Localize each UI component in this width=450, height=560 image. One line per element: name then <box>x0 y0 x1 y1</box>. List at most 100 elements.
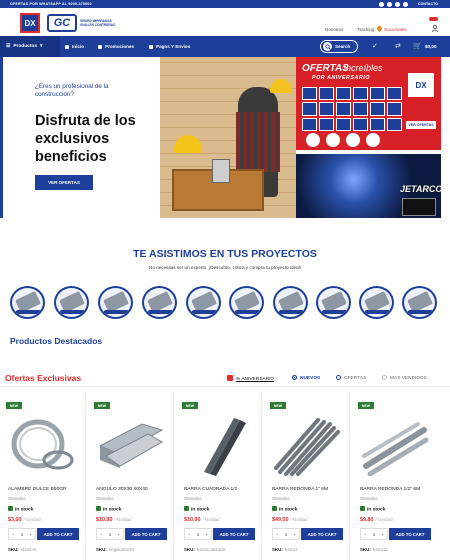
plus-icon[interactable]: + <box>29 532 32 537</box>
facebook-icon[interactable] <box>379 1 384 7</box>
stock-status: In stock <box>8 506 33 513</box>
tab-nuevos[interactable]: NUEVOS <box>292 375 320 381</box>
category-circle[interactable] <box>273 286 308 319</box>
instagram-icon[interactable] <box>395 1 400 7</box>
minus-icon[interactable]: − <box>12 532 15 537</box>
product-card[interactable]: NEW ALAMBRE DULCE B50GR Generico In stoc… <box>0 392 86 560</box>
stock-label: In stock <box>279 507 298 513</box>
product-name[interactable]: ALAMBRE DULCE B50GR <box>8 487 86 492</box>
tracking-link[interactable]: Tracking <box>357 27 374 32</box>
plus-icon[interactable]: + <box>205 532 208 537</box>
new-badge: NEW <box>358 402 374 409</box>
tab-aniversario[interactable]: % ANIVERSARIO <box>227 375 274 382</box>
whatsapp-promo[interactable]: OFERTAS POR WHATSAPP AL 9000-370000 <box>10 2 92 6</box>
nosotros-link[interactable]: Nosotros <box>325 27 343 32</box>
plus-icon[interactable]: + <box>293 532 296 537</box>
category-circle[interactable] <box>316 286 351 319</box>
promo-tile <box>336 87 351 101</box>
category-circle[interactable] <box>142 286 177 319</box>
tab-mas-vendidos[interactable]: MAS VENDIDOS <box>382 375 427 381</box>
products-menu-label: Productos <box>13 44 38 49</box>
promo-tile <box>336 102 351 116</box>
category-label <box>408 310 433 314</box>
product-sku: SKU: barra12 <box>360 547 388 552</box>
nav-inicio[interactable]: Inicio <box>65 44 84 49</box>
category-label <box>192 310 217 314</box>
aniversario-text: POR ANIVERSARIO <box>312 75 370 81</box>
tab-ofertas-label: OFERTAS <box>344 376 367 381</box>
minus-icon[interactable]: − <box>188 532 191 537</box>
product-name[interactable]: BARRA REDONDA 1/2" 6M <box>360 487 438 492</box>
product-name[interactable]: BARRA CUADRADA 1/2 <box>184 487 262 492</box>
products-menu-button[interactable]: ☰ Productos ▾ <box>0 36 60 57</box>
category-circle[interactable] <box>54 286 89 319</box>
promo-tile <box>353 87 368 101</box>
user-icon[interactable] <box>432 25 438 32</box>
category-label <box>148 310 173 314</box>
product-card[interactable]: NEW BARRA REDONDA 1" 6M Generico In stoc… <box>264 392 350 560</box>
quantity-stepper[interactable]: −1 + <box>360 528 388 540</box>
store-logo[interactable]: DX <box>20 13 40 33</box>
contact-link[interactable]: CONTACTO <box>418 2 438 6</box>
plus-icon[interactable]: + <box>117 532 120 537</box>
product-card[interactable]: NEW BARRA CUADRADA 1/2 Generico In stock… <box>176 392 262 560</box>
quantity-stepper[interactable]: −1 + <box>96 528 124 540</box>
category-circle[interactable] <box>98 286 133 319</box>
youtube-icon[interactable] <box>403 1 408 7</box>
nav-pagos-label: Pagos Y Envios <box>156 44 191 49</box>
price-unit: / Unidad <box>375 517 393 522</box>
add-to-cart-button[interactable]: ADD TO CART <box>37 528 79 540</box>
tab-ofertas[interactable]: OFERTAS <box>336 375 366 381</box>
product-name[interactable]: BARRA REDONDA 1" 6M <box>272 487 350 492</box>
category-circle[interactable] <box>229 286 264 319</box>
search-button[interactable]: Search <box>320 40 358 53</box>
compare-icon[interactable]: ⇄ <box>395 42 401 50</box>
product-card[interactable]: NEW BARRA REDONDA 1/2" 6M Generico In st… <box>352 392 438 560</box>
ver-ofertas-button[interactable]: VER OFERTAS <box>35 175 93 190</box>
category-circle[interactable] <box>359 286 394 319</box>
promo-ver-ofertas-button[interactable]: VER OFERTAS <box>406 121 436 129</box>
sku-value: barracuadrada <box>196 547 226 552</box>
add-to-cart-button[interactable]: ADD TO CART <box>301 528 343 540</box>
home-icon <box>65 44 69 49</box>
category-circle[interactable] <box>186 286 221 319</box>
product-sku: SKU: angulo30x30 <box>96 547 134 552</box>
plus-icon[interactable]: + <box>381 532 384 537</box>
welding-promo-banner[interactable]: JETARCO <box>296 154 441 218</box>
promo-badge <box>306 133 320 147</box>
aniversario-promo-banner[interactable]: OFERTAS increíbles POR ANIVERSARIO DX VE… <box>296 57 441 150</box>
nav-pagos[interactable]: Pagos Y Envios <box>149 44 190 49</box>
quantity-stepper[interactable]: −1 + <box>8 528 36 540</box>
minus-icon[interactable]: − <box>276 532 279 537</box>
add-to-cart-button[interactable]: ADD TO CART <box>125 528 167 540</box>
promo-tile <box>387 117 402 131</box>
exclusive-offers-title: Ofertas Exclusivas <box>5 373 82 383</box>
category-circle[interactable] <box>10 286 45 319</box>
category-label <box>365 310 390 314</box>
add-to-cart-button[interactable]: ADD TO CART <box>213 528 255 540</box>
product-card[interactable]: NEW ANGULO 30X30 40X40 Generico In stock… <box>88 392 174 560</box>
nav-promociones[interactable]: Promociones <box>98 44 134 49</box>
brand-text: GRUPO IMPERADAS GUILLEN CONTRERAS <box>80 19 116 27</box>
search-label: Search <box>335 44 351 49</box>
promo-tile <box>336 117 351 131</box>
cart-icon[interactable]: 🛒 <box>413 42 422 50</box>
check-icon <box>184 506 189 511</box>
product-carousel: NEW ALAMBRE DULCE B50GR Generico In stoc… <box>0 392 450 560</box>
category-label <box>279 310 304 314</box>
quantity-stepper[interactable]: −1 + <box>184 528 212 540</box>
quantity-stepper[interactable]: −1 + <box>272 528 300 540</box>
minus-icon[interactable]: − <box>100 532 103 537</box>
sucursales-link[interactable]: Sucursales <box>384 27 407 32</box>
site-header: DX GC GRUPO IMPERADAS GUILLEN CONTRERAS … <box>0 8 450 36</box>
sku-label: SKU: <box>360 547 371 552</box>
product-name[interactable]: ANGULO 30X30 40X40 <box>96 487 174 492</box>
price-value: $10,90 <box>184 517 201 523</box>
add-to-cart-button[interactable]: ADD TO CART <box>389 528 431 540</box>
wishlist-check-icon[interactable]: ✓ <box>372 42 378 50</box>
minus-icon[interactable]: − <box>364 532 367 537</box>
twitter-icon[interactable] <box>387 1 392 7</box>
price-unit: / Unidad <box>202 517 220 522</box>
category-circle[interactable] <box>402 286 437 319</box>
group-logo[interactable]: GC <box>47 14 77 32</box>
